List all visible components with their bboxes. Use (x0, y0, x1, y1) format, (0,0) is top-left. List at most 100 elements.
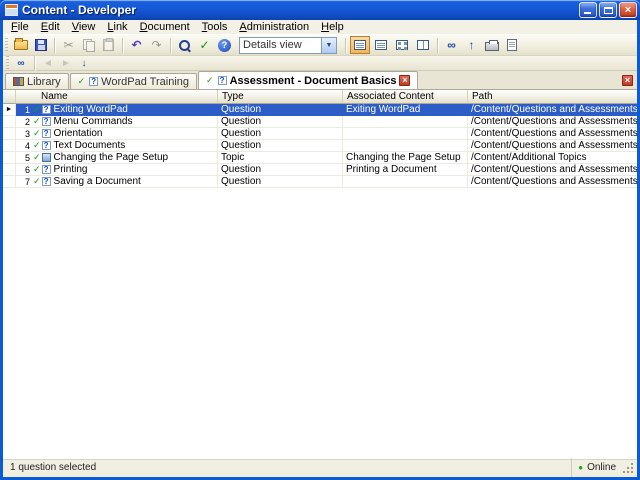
row-name-text: Menu Commands (53, 116, 133, 127)
details-view-button[interactable] (350, 36, 370, 54)
up-arrow-icon: ↑ (468, 38, 475, 52)
preview-button[interactable] (502, 36, 521, 54)
tab-assessment-document-basics[interactable]: ✓ ? Assessment - Document Basics × (198, 71, 419, 89)
column-header-associated-content[interactable]: Associated Content (343, 90, 468, 103)
row-gutter (3, 128, 16, 140)
tab-library[interactable]: Library (5, 73, 69, 89)
table-row[interactable]: ► 1 ✓ ? Exiting WordPad Question Exiting… (3, 104, 637, 116)
table-row[interactable]: 4 ✓ ? Text Documents Question /Content/Q… (3, 140, 637, 152)
redo-button[interactable]: ↷ (147, 36, 166, 54)
check-icon: ✓ (33, 152, 41, 162)
cell-name: 6 ✓ ? Printing (16, 164, 218, 176)
app-window: Content - Developer × File Edit View Lin… (0, 0, 640, 480)
toolbar-handle[interactable] (6, 56, 9, 70)
cell-name: 1 ✓ ? Exiting WordPad (16, 104, 218, 116)
pane-close-icon[interactable]: × (622, 75, 633, 86)
menu-view[interactable]: View (66, 20, 102, 34)
row-gutter (3, 140, 16, 152)
menu-administration[interactable]: Administration (233, 20, 315, 34)
list-view-button[interactable] (371, 36, 391, 54)
copy-icon (82, 39, 95, 52)
cell-name: 5 ✓ Changing the Page Setup (16, 152, 218, 164)
toolbar-separator (345, 37, 346, 53)
find-button[interactable] (175, 36, 194, 54)
copy-button[interactable] (79, 36, 98, 54)
cell-name: 2 ✓ ? Menu Commands (16, 116, 218, 128)
menu-file[interactable]: File (5, 20, 35, 34)
cell-type: Question (218, 116, 343, 128)
cell-associated-content: Exiting WordPad (343, 104, 468, 116)
cell-associated-content (343, 176, 468, 188)
forward-button[interactable]: ► (58, 57, 74, 70)
close-button[interactable]: × (619, 2, 637, 18)
menu-tools[interactable]: Tools (196, 20, 234, 34)
toolbar-separator (170, 37, 171, 53)
cell-name: 3 ✓ ? Orientation (16, 128, 218, 140)
row-number: 7 (24, 176, 30, 187)
check-icon: ✓ (33, 128, 41, 138)
question-icon: ? (41, 141, 51, 150)
check-icon: ✓ (77, 76, 86, 86)
link-button[interactable]: ∞ (442, 36, 461, 54)
tiles-view-button[interactable] (392, 36, 412, 54)
spellcheck-button[interactable]: ✓ (195, 36, 214, 54)
view-mode-combobox[interactable]: Details view ▼ (239, 36, 337, 54)
column-header-path[interactable]: Path (468, 90, 637, 103)
cell-associated-content (343, 116, 468, 128)
grid-empty-area (3, 188, 637, 458)
table-row[interactable]: 2 ✓ ? Menu Commands Question /Content/Qu… (3, 116, 637, 128)
topic-icon (41, 153, 51, 162)
maximize-button[interactable] (599, 2, 617, 18)
table-row[interactable]: 7 ✓ ? Saving a Document Question /Conten… (3, 176, 637, 188)
details-view-icon (354, 40, 366, 50)
open-button[interactable] (11, 36, 30, 54)
column-header-type[interactable]: Type (218, 90, 343, 103)
undo-icon: ↶ (131, 38, 142, 52)
titlebar[interactable]: Content - Developer × (0, 0, 640, 20)
resize-grip[interactable] (622, 460, 635, 475)
cell-path: /Content/Questions and Assessments (468, 128, 637, 140)
cell-type: Question (218, 128, 343, 140)
menu-edit[interactable]: Edit (35, 20, 66, 34)
paste-button[interactable] (99, 36, 118, 54)
open-folder-icon (13, 38, 28, 50)
undo-button[interactable]: ↶ (127, 36, 146, 54)
table-row[interactable]: 6 ✓ ? Printing Question Printing a Docum… (3, 164, 637, 176)
toolbar-separator (122, 37, 123, 53)
print-button[interactable] (482, 36, 501, 54)
toolbar-separator (34, 55, 35, 71)
online-status-icon: ● (578, 463, 584, 472)
column-header-name[interactable]: Name (16, 90, 218, 103)
toolbar-handle[interactable] (5, 38, 8, 52)
back-button[interactable]: ◄ (40, 57, 56, 70)
save-button[interactable] (31, 36, 50, 54)
edit-link-button[interactable]: ∞ (13, 57, 29, 70)
upload-button[interactable]: ↑ (462, 36, 481, 54)
row-name-text: Saving a Document (53, 176, 141, 187)
toolbar-separator (437, 37, 438, 53)
menu-document[interactable]: Document (134, 20, 196, 34)
row-number: 6 (24, 164, 30, 175)
move-down-button[interactable]: ↓ (76, 57, 92, 70)
spellcheck-icon: ✓ (199, 38, 210, 52)
row-gutter: ► (3, 104, 16, 116)
window-buttons: × (579, 2, 637, 18)
table-row[interactable]: 5 ✓ Changing the Page Setup Topic Changi… (3, 152, 637, 164)
menu-help[interactable]: Help (315, 20, 350, 34)
chevron-down-icon[interactable]: ▼ (321, 37, 336, 53)
cell-path: /Content/Questions and Assessments (468, 116, 637, 128)
minimize-button[interactable] (579, 2, 597, 18)
cell-type: Question (218, 104, 343, 116)
tab-wordpad-training[interactable]: ✓ ? WordPad Training (69, 73, 198, 89)
row-number: 4 (24, 140, 30, 151)
table-row[interactable]: 3 ✓ ? Orientation Question /Content/Ques… (3, 128, 637, 140)
split-view-button[interactable] (413, 36, 433, 54)
row-name-text: Text Documents (53, 140, 126, 151)
row-number: 3 (24, 128, 30, 139)
help-button[interactable]: ? (215, 36, 234, 54)
grid-header: Name Type Associated Content Path (3, 90, 637, 104)
row-number: 1 (24, 104, 30, 115)
cut-button[interactable]: ✂ (59, 36, 78, 54)
menu-link[interactable]: Link (101, 20, 133, 34)
tab-close-icon[interactable]: × (399, 75, 411, 86)
